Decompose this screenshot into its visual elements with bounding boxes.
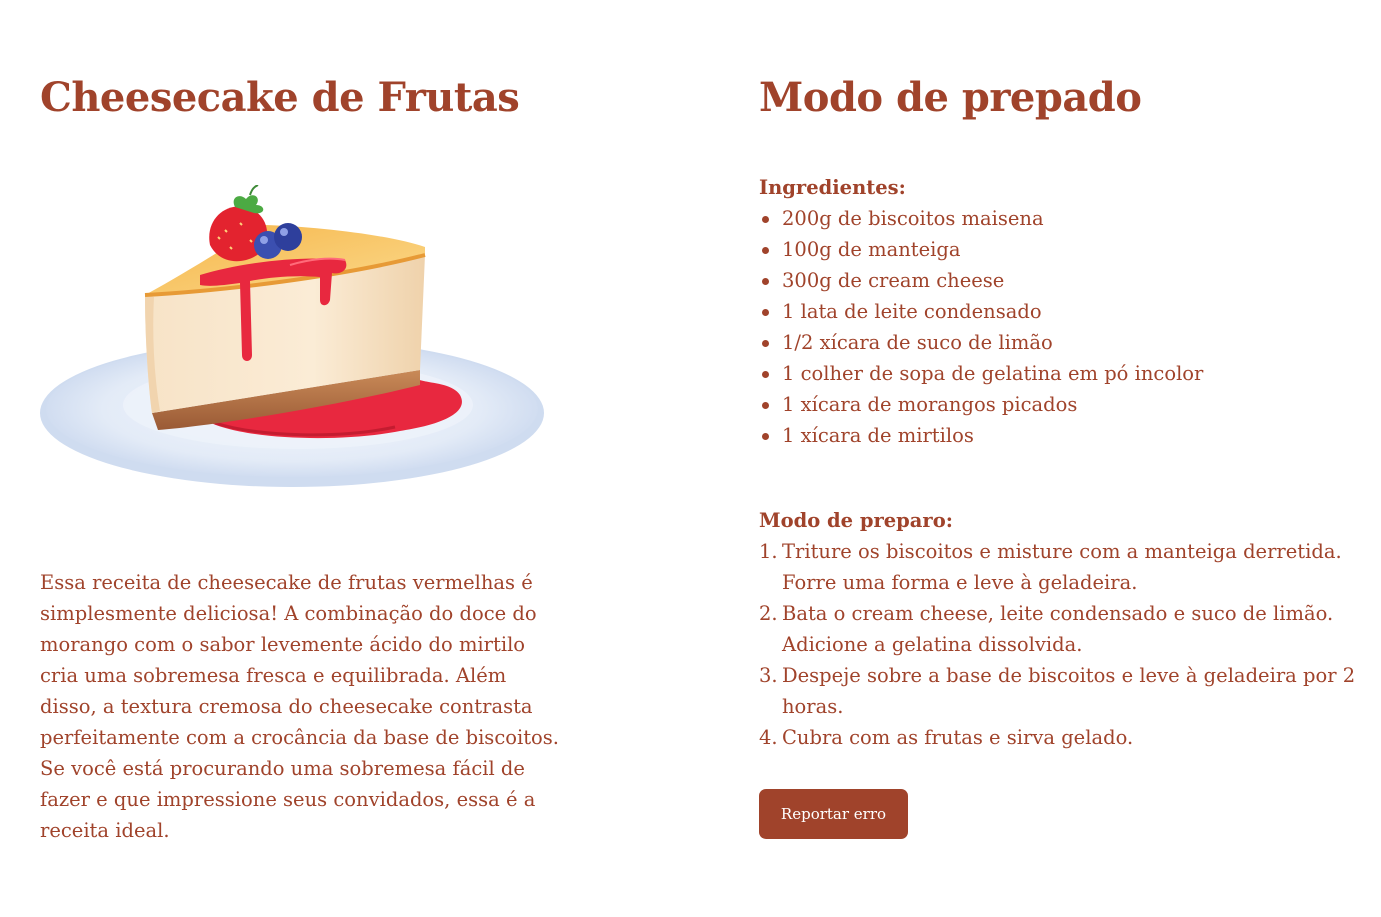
report-error-button[interactable]: Reportar erro (759, 789, 908, 839)
step-number: 3. (759, 664, 778, 687)
step-text: Cubra com as frutas e sirva gelado. (782, 726, 1134, 749)
ingredient-item: 1/2 xícara de suco de limão (761, 327, 1203, 358)
step-text: Bata o cream cheese, leite condensado e … (782, 602, 1334, 656)
steps-list: 1. Triture os biscoitos e misture com a … (759, 536, 1381, 753)
ingredients-list: 200g de biscoitos maisena 100g de mantei… (759, 203, 1203, 451)
ingredients-label: Ingredientes: (759, 176, 906, 199)
step-item: 4. Cubra com as frutas e sirva gelado. (759, 722, 1381, 753)
step-number: 2. (759, 602, 778, 625)
step-item: 2. Bata o cream cheese, leite condensado… (759, 598, 1381, 660)
step-item: 1. Triture os biscoitos e misture com a … (759, 536, 1381, 598)
ingredient-item: 200g de biscoitos maisena (761, 203, 1203, 234)
ingredient-item: 1 lata de leite condensado (761, 296, 1203, 327)
ingredient-item: 100g de manteiga (761, 234, 1203, 265)
step-number: 4. (759, 726, 778, 749)
ingredient-item: 1 xícara de mirtilos (761, 420, 1203, 451)
cheesecake-illustration (40, 184, 550, 495)
ingredient-item: 1 colher de sopa de gelatina em pó incol… (761, 358, 1203, 389)
step-number: 1. (759, 540, 778, 563)
ingredient-item: 300g de cream cheese (761, 265, 1203, 296)
recipe-title: Cheesecake de Frutas (40, 74, 520, 121)
step-item: 3. Despeje sobre a base de biscoitos e l… (759, 660, 1381, 722)
preparation-title: Modo de prepado (759, 74, 1142, 121)
recipe-description: Essa receita de cheesecake de frutas ver… (40, 571, 559, 842)
steps-label: Modo de preparo: (759, 509, 953, 532)
step-text: Despeje sobre a base de biscoitos e leve… (782, 664, 1356, 718)
step-text: Triture os biscoitos e misture com a man… (782, 540, 1342, 594)
ingredient-item: 1 xícara de morangos picados (761, 389, 1203, 420)
